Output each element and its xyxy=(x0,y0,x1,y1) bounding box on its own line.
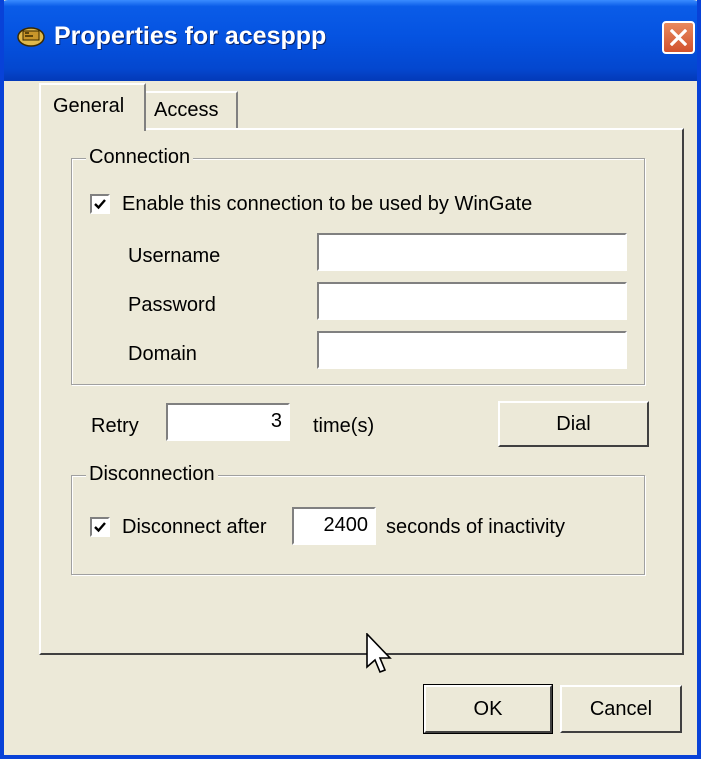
cancel-button-label: Cancel xyxy=(589,698,653,720)
disconnection-group: Disconnection Disconnect after 2400 seco… xyxy=(71,463,645,575)
enable-connection-label[interactable]: Enable this connection to be used by Win… xyxy=(122,193,532,215)
domain-field[interactable] xyxy=(317,331,627,369)
username-field[interactable] xyxy=(317,233,627,271)
username-label: Username xyxy=(128,245,221,267)
password-field[interactable] xyxy=(317,282,627,320)
retry-count-field[interactable]: 3 xyxy=(166,403,290,441)
window-title: Properties for acesppp xyxy=(54,22,327,50)
enable-connection-checkbox[interactable] xyxy=(90,194,110,214)
title-bar[interactable]: Properties for acesppp xyxy=(4,0,697,81)
tab-general-label: General xyxy=(53,95,125,117)
ok-button[interactable]: OK xyxy=(423,684,553,734)
close-button[interactable] xyxy=(662,21,695,54)
connection-legend: Connection xyxy=(86,146,194,168)
retry-unit-label: time(s) xyxy=(313,415,375,437)
tab-general[interactable]: General xyxy=(39,83,146,131)
cancel-button[interactable]: Cancel xyxy=(560,685,682,733)
password-label: Password xyxy=(128,294,216,316)
ok-button-label: OK xyxy=(473,698,503,720)
disconnect-seconds-value: 2400 xyxy=(323,514,369,536)
disconnect-after-checkbox[interactable] xyxy=(90,517,110,537)
inactivity-suffix-label: seconds of inactivity xyxy=(386,516,565,538)
tab-panel-general: Connection Enable this connection to be … xyxy=(39,128,684,655)
retry-count-value: 3 xyxy=(270,410,282,432)
disconnect-seconds-field[interactable]: 2400 xyxy=(292,507,376,545)
close-x-icon xyxy=(670,29,687,46)
properties-dialog: Properties for acesppp General Access Co… xyxy=(0,0,701,759)
disconnect-after-label[interactable]: Disconnect after xyxy=(122,516,267,538)
checkmark-icon xyxy=(94,199,106,210)
tab-access-label: Access xyxy=(154,99,219,121)
retry-label: Retry xyxy=(91,415,139,437)
domain-label: Domain xyxy=(128,343,197,365)
disconnection-legend: Disconnection xyxy=(86,463,218,485)
wingate-app-icon xyxy=(16,25,46,49)
tab-access[interactable]: Access xyxy=(146,91,238,129)
dial-button[interactable]: Dial xyxy=(498,401,649,447)
checkmark-icon xyxy=(94,522,106,533)
connection-group: Connection Enable this connection to be … xyxy=(71,146,645,385)
dial-button-label: Dial xyxy=(556,413,591,435)
mouse-pointer-icon xyxy=(366,633,392,674)
